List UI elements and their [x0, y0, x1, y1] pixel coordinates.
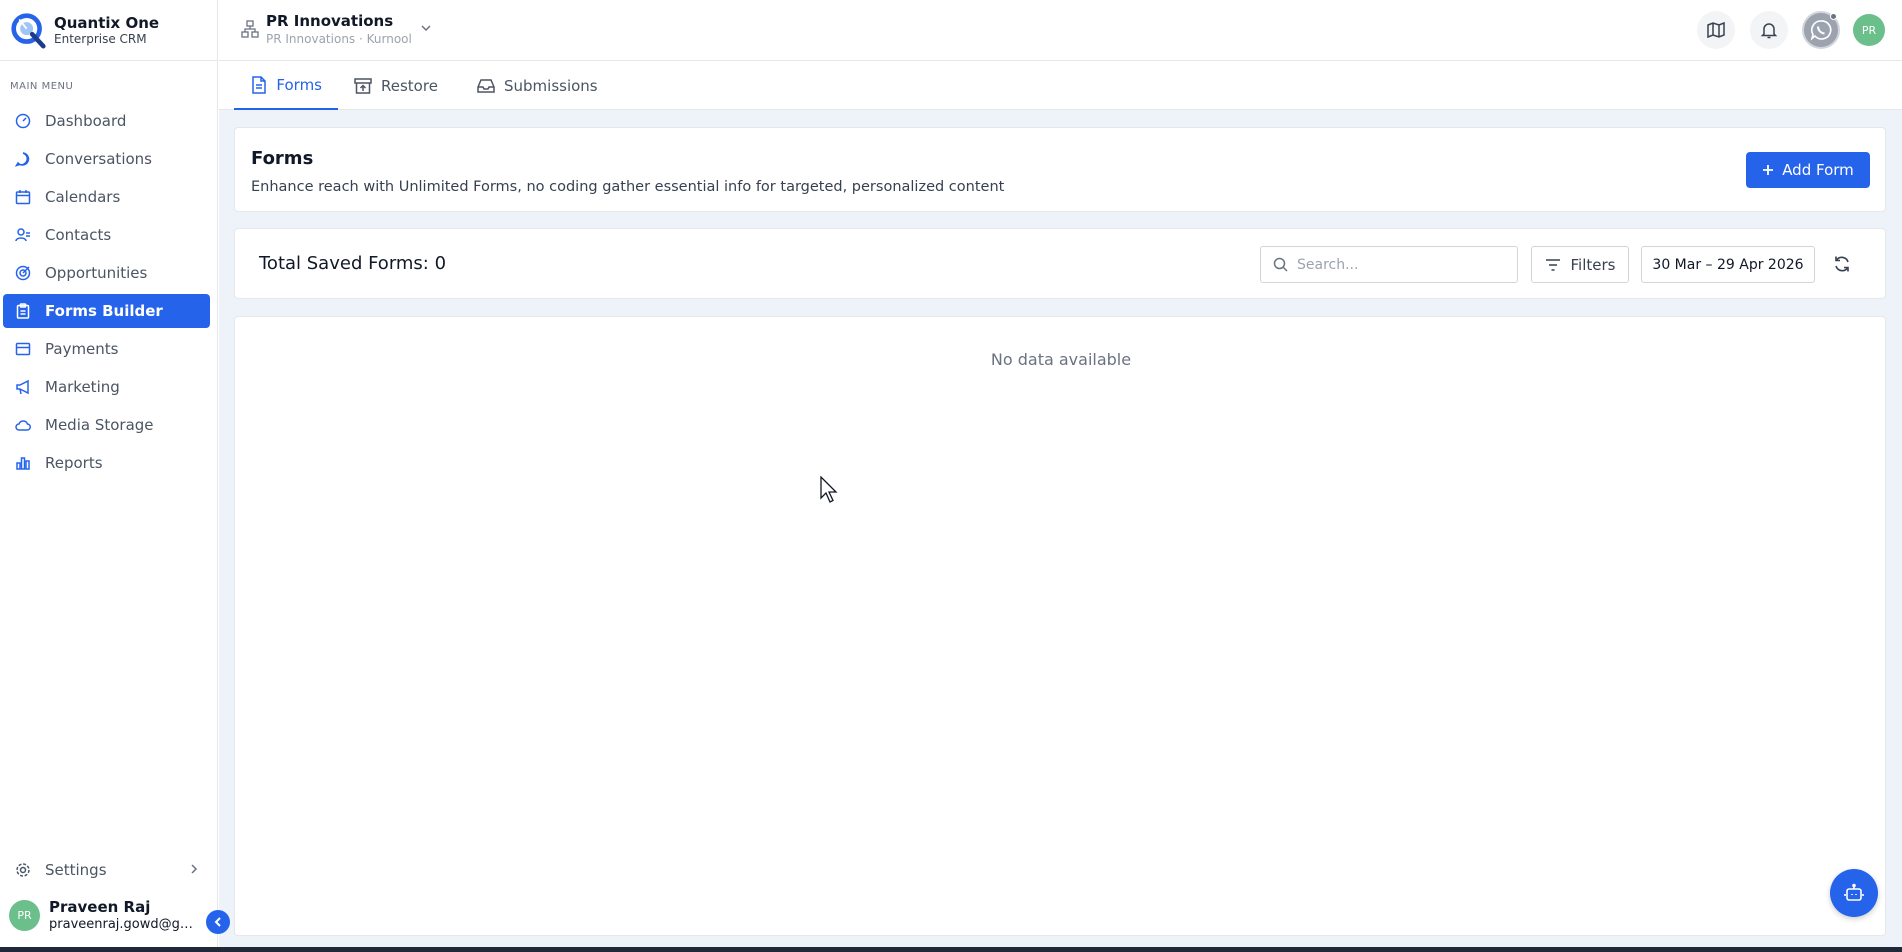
plus-icon: [1762, 164, 1774, 176]
tab-restore[interactable]: Restore: [338, 62, 454, 110]
target-icon: [14, 264, 32, 282]
bar-chart-icon: [14, 454, 32, 472]
sidebar-item-label: Reports: [45, 454, 103, 472]
window-bottom-edge: [0, 947, 1902, 952]
chevron-down-icon: [421, 25, 431, 32]
filter-icon: [1545, 258, 1561, 272]
sidebar-item-contacts[interactable]: Contacts: [3, 218, 210, 252]
sidebar-item-label: Payments: [45, 340, 119, 358]
forms-header-card: Forms Enhance reach with Unlimited Forms…: [234, 127, 1886, 212]
user-profile[interactable]: PR Praveen Raj praveenraj.gowd@gmail.com: [9, 898, 201, 933]
sidebar-item-settings[interactable]: Settings: [3, 853, 211, 887]
map-icon: [1707, 21, 1725, 39]
brand-title: Quantix One: [54, 13, 160, 32]
org-location: PR Innovations · Kurnool: [266, 32, 412, 46]
org-name: PR Innovations: [266, 12, 394, 30]
chat-icon: [14, 150, 32, 168]
tab-label: Submissions: [504, 77, 598, 95]
add-form-button[interactable]: Add Form: [1746, 152, 1870, 188]
chevron-left-icon: [214, 917, 221, 927]
refresh-icon: [1835, 256, 1849, 272]
main-content: Forms Restore Submissions Forms Enhance …: [219, 62, 1902, 952]
robot-icon: [1844, 883, 1864, 901]
search-icon: [1273, 257, 1288, 272]
sidebar-item-payments[interactable]: Payments: [3, 332, 210, 366]
forms-toolbar: Total Saved Forms: 0 Filters 30 Mar – 29…: [234, 228, 1886, 299]
archive-icon: [354, 77, 372, 95]
forms-table: No data available: [234, 316, 1886, 936]
status-dot: [1830, 13, 1837, 20]
total-saved-forms: Total Saved Forms: 0: [259, 253, 447, 274]
sidebar-item-label: Conversations: [45, 150, 152, 168]
mouse-cursor-icon: [820, 476, 838, 503]
sidebar: Quantix One Enterprise CRM MAIN MENU Das…: [0, 0, 218, 952]
megaphone-icon: [14, 378, 32, 396]
quantix-logo-icon: [11, 12, 46, 49]
page-title: Forms: [251, 148, 314, 169]
sidebar-item-marketing[interactable]: Marketing: [3, 370, 210, 404]
tab-label: Forms: [276, 76, 322, 94]
user-name: Praveen Raj: [49, 898, 151, 916]
topbar: PR Innovations PR Innovations · Kurnool …: [219, 0, 1902, 61]
page-description: Enhance reach with Unlimited Forms, no c…: [251, 179, 1005, 195]
sidebar-item-dashboard[interactable]: Dashboard: [3, 104, 210, 138]
sidebar-item-label: Media Storage: [45, 416, 154, 434]
brand-subtitle: Enterprise CRM: [54, 31, 147, 46]
cloud-icon: [14, 416, 32, 434]
tabs: Forms Restore Submissions: [219, 62, 1902, 110]
add-form-label: Add Form: [1782, 161, 1854, 179]
filters-button[interactable]: Filters: [1531, 246, 1629, 283]
inbox-icon: [477, 77, 495, 95]
date-range-picker[interactable]: 30 Mar – 29 Apr 2026: [1641, 246, 1815, 283]
calendar-icon: [14, 188, 32, 206]
sidebar-item-reports[interactable]: Reports: [3, 446, 210, 480]
refresh-button[interactable]: [1829, 251, 1855, 277]
chevron-right-icon: [189, 862, 199, 880]
gear-icon: [14, 861, 32, 879]
map-button[interactable]: [1697, 11, 1735, 49]
avatar: PR: [9, 900, 40, 931]
tab-submissions[interactable]: Submissions: [461, 62, 614, 110]
sidebar-item-label: Dashboard: [45, 112, 127, 130]
sidebar-item-label: Contacts: [45, 226, 112, 244]
sidebar-item-label: Calendars: [45, 188, 121, 206]
gauge-icon: [14, 112, 32, 130]
search-box[interactable]: [1260, 246, 1518, 283]
search-input[interactable]: [1297, 256, 1497, 273]
sidebar-item-conversations[interactable]: Conversations: [3, 142, 210, 176]
sidebar-item-media-storage[interactable]: Media Storage: [3, 408, 210, 442]
sidebar-item-label: Marketing: [45, 378, 120, 396]
brand[interactable]: Quantix One Enterprise CRM: [0, 0, 217, 61]
sidebar-item-label: Opportunities: [45, 264, 148, 282]
tab-label: Restore: [381, 77, 438, 95]
main-menu: Dashboard Conversations Calendars Contac…: [0, 104, 217, 480]
chatbot-button[interactable]: [1830, 869, 1878, 917]
sidebar-item-forms-builder[interactable]: Forms Builder: [3, 294, 210, 328]
contacts-icon: [14, 226, 32, 244]
org-switcher[interactable]: PR Innovations PR Innovations · Kurnool: [241, 11, 432, 47]
whatsapp-icon: [1810, 20, 1832, 41]
user-avatar-button[interactable]: PR: [1853, 14, 1885, 46]
bell-icon: [1760, 23, 1778, 39]
tab-forms[interactable]: Forms: [234, 62, 338, 110]
whatsapp-button[interactable]: [1802, 11, 1840, 49]
user-email: praveenraj.gowd@gmail.com: [49, 917, 201, 932]
filters-label: Filters: [1570, 255, 1616, 274]
clipboard-icon: [14, 302, 32, 320]
sidebar-item-calendars[interactable]: Calendars: [3, 180, 210, 214]
notifications-button[interactable]: [1750, 11, 1788, 49]
main-menu-heading: MAIN MENU: [10, 81, 74, 92]
sidebar-item-label: Forms Builder: [45, 302, 163, 320]
collapse-sidebar-button[interactable]: [206, 910, 230, 934]
empty-state-text: No data available: [990, 350, 1132, 369]
sidebar-item-opportunities[interactable]: Opportunities: [3, 256, 210, 290]
settings-label: Settings: [45, 861, 107, 879]
document-icon: [250, 76, 267, 94]
card-icon: [14, 340, 32, 358]
org-chart-icon: [241, 20, 259, 38]
